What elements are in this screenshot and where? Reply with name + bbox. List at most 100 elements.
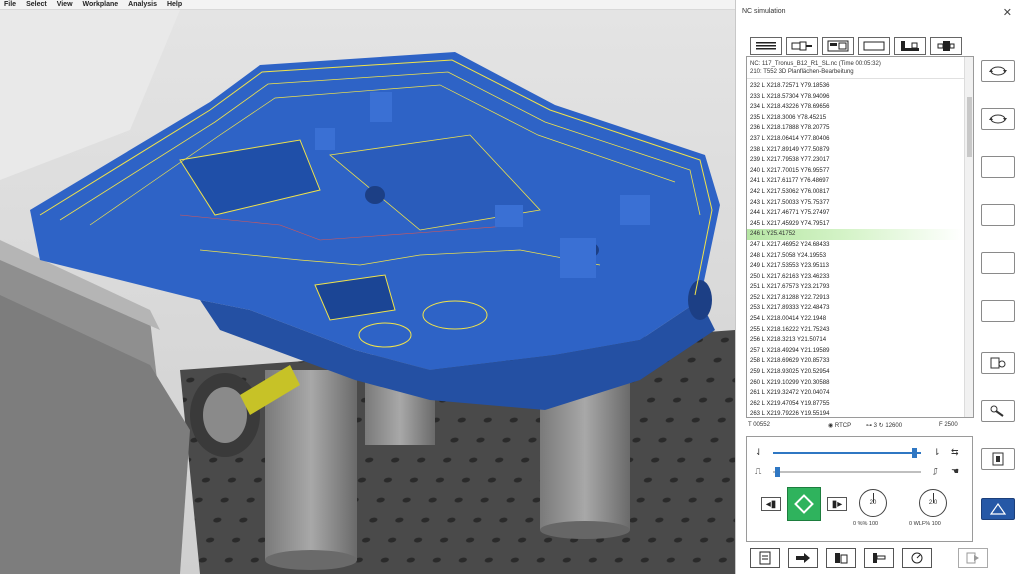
position-thumb[interactable] [911, 448, 917, 458]
measure-button[interactable] [902, 548, 932, 568]
position-slider[interactable]: ⇃ ⇂ ⇆ [755, 447, 965, 459]
position-track[interactable] [773, 452, 921, 454]
play-button[interactable] [787, 487, 821, 521]
nc-file-label: NC: 117_Tronus_B12_R1_SL.nc (Time 00:05:… [750, 61, 881, 67]
tool-number: T 00552 [748, 422, 770, 428]
nc-code-line[interactable]: 238 L X217.89149 Y77.50879 [747, 145, 963, 156]
nc-code-line[interactable]: 254 L X218.00414 Y22.1948 [747, 314, 963, 325]
step-back-button[interactable]: ◂▮ [761, 497, 781, 511]
nc-code-line[interactable]: 258 L X218.69629 Y20.85733 [747, 356, 963, 367]
nc-code-line[interactable]: 262 L X219.47054 Y19.87755 [747, 399, 963, 410]
tab-machine[interactable] [822, 37, 854, 55]
nc-code-line[interactable]: 235 L X218.3006 Y78.45215 [747, 113, 963, 124]
close-icon[interactable]: ✕ [1003, 6, 1012, 19]
nc-code-line[interactable]: 250 L X217.62163 Y23.46233 [747, 272, 963, 283]
slow-icon[interactable]: ⎍ [755, 466, 761, 477]
spindle-icon [937, 41, 955, 51]
speed-override-dial[interactable]: 20 [859, 489, 887, 517]
triangle-icon [989, 502, 1007, 515]
rotate-arrows-icon [989, 66, 1007, 76]
view-cycle-button[interactable] [981, 108, 1015, 130]
feed-override-scale: 0 WLF% 100 [909, 521, 941, 527]
feed-override-dial[interactable]: 2.0 [919, 489, 947, 517]
nc-code-line[interactable]: 259 L X218.93025 Y20.52954 [747, 367, 963, 378]
feed-rate: F 2500 [939, 422, 958, 428]
simulation-controls: ⇃ ⇂ ⇆ ⎍ ⎎ ☚ ◂▮ ▮▸ 20 0 %% 100 2.0 0 WLF%… [746, 436, 973, 542]
next-button[interactable] [788, 548, 818, 568]
3d-viewport[interactable] [0, 10, 735, 574]
reset-view-button[interactable] [981, 60, 1015, 82]
nc-code-line[interactable]: 257 L X218.49294 Y21.19589 [747, 346, 963, 357]
nc-code-line[interactable]: 253 L X217.89333 Y22.48473 [747, 303, 963, 314]
nc-code-line[interactable]: 256 L X218.3213 Y21.50714 [747, 335, 963, 346]
nc-code-line[interactable]: 236 L X218.17888 Y78.20775 [747, 123, 963, 134]
machine-icon [827, 40, 849, 52]
nc-code-line[interactable]: 263 L X219.79226 Y19.55194 [747, 409, 963, 417]
nc-code-line[interactable]: 249 L X217.53553 Y23.95113 [747, 261, 963, 272]
tool-button[interactable] [864, 548, 894, 568]
empty-button-4[interactable] [981, 300, 1015, 322]
export-button[interactable] [750, 548, 780, 568]
fast-icon[interactable]: ⎎ [933, 466, 938, 477]
nc-code-line[interactable]: 252 L X217.81288 Y22.72913 [747, 293, 963, 304]
bottom-toolbar [750, 548, 988, 568]
machine-settings-button[interactable] [981, 352, 1015, 374]
tool-settings-button[interactable] [981, 400, 1015, 422]
nc-code-line[interactable]: 239 L X217.79538 Y77.23017 [747, 155, 963, 166]
empty-button-1[interactable] [981, 156, 1015, 178]
nc-code-line[interactable]: 242 L X217.53062 Y76.00817 [747, 187, 963, 198]
step-mode-icon[interactable]: ⇆ [951, 447, 959, 458]
nc-program-header: NC: 117_Tronus_B12_R1_SL.nc (Time 00:05:… [747, 57, 973, 79]
hand-icon[interactable]: ☚ [951, 466, 959, 477]
boss [495, 205, 523, 227]
skip-start-icon[interactable]: ⇃ [755, 447, 763, 458]
nc-code-line[interactable]: 248 L X217.5058 Y24.19553 [747, 251, 963, 262]
menu-view[interactable]: View [57, 0, 73, 10]
menu-analysis[interactable]: Analysis [128, 0, 157, 10]
tab-blank[interactable] [858, 37, 890, 55]
nc-code-line[interactable]: 240 L X217.70015 Y76.95577 [747, 166, 963, 177]
nc-code-line[interactable]: 251 L X217.67573 Y23.21793 [747, 282, 963, 293]
riser-base [540, 521, 630, 539]
nc-code-line[interactable]: 260 L X219.10299 Y20.30588 [747, 378, 963, 389]
gauge-icon [911, 552, 923, 564]
empty-button-2[interactable] [981, 204, 1015, 226]
skip-end-icon[interactable]: ⇂ [933, 447, 941, 458]
nc-code-line-active[interactable]: 246 L Y25.41752 [747, 229, 963, 240]
speed-track[interactable] [773, 471, 921, 473]
boss [560, 238, 596, 278]
speed-slider[interactable]: ⎍ ⎎ ☚ [755, 466, 965, 478]
nc-code-line[interactable]: 241 L X217.61177 Y76.48697 [747, 176, 963, 187]
speed-thumb[interactable] [775, 467, 781, 477]
warning-button[interactable] [981, 498, 1015, 520]
nc-code-line[interactable]: 237 L X218.06414 Y77.80406 [747, 134, 963, 145]
nc-code-line[interactable]: 255 L X218.16222 Y21.75243 [747, 325, 963, 336]
nc-code-line[interactable]: 234 L X218.43226 Y78.69656 [747, 102, 963, 113]
menu-workplane[interactable]: Workplane [83, 0, 119, 10]
empty-button-3[interactable] [981, 252, 1015, 274]
nc-code-list[interactable]: NC: 117_Tronus_B12_R1_SL.nc (Time 00:05:… [746, 56, 974, 418]
tab-fixture[interactable] [894, 37, 926, 55]
menu-help[interactable]: Help [167, 0, 182, 10]
tab-tool[interactable] [786, 37, 818, 55]
exit-button[interactable] [958, 548, 988, 568]
nc-code-line[interactable]: 261 L X219.32472 Y20.04074 [747, 388, 963, 399]
spindle-speed: ⊶ 3 ↻ 12600 [866, 423, 903, 429]
app-window: File Select View Workplane Analysis Help [0, 0, 1024, 574]
menu-select[interactable]: Select [26, 0, 47, 10]
frame-button[interactable] [981, 448, 1015, 470]
menu-file[interactable]: File [4, 0, 16, 10]
nc-code-line[interactable]: 243 L X217.50033 Y75.75377 [747, 198, 963, 209]
step-forward-button[interactable]: ▮▸ [827, 497, 847, 511]
rtcp-label: RTCP [834, 423, 852, 429]
code-scrollbar[interactable] [964, 57, 973, 417]
nc-code-line[interactable]: 244 L X217.46771 Y75.27497 [747, 208, 963, 219]
nc-code-line[interactable]: 245 L X217.45929 Y74.79517 [747, 219, 963, 230]
nc-code-line[interactable]: 247 L X217.46952 Y24.68433 [747, 240, 963, 251]
bore [365, 186, 385, 204]
machine-button[interactable] [826, 548, 856, 568]
nc-code-line[interactable]: 233 L X218.57304 Y78.94096 [747, 92, 963, 103]
tab-spindle[interactable] [930, 37, 962, 55]
nc-code-line[interactable]: 232 L X218.72571 Y79.18536 [747, 81, 963, 92]
tab-nc-code[interactable] [750, 37, 782, 55]
